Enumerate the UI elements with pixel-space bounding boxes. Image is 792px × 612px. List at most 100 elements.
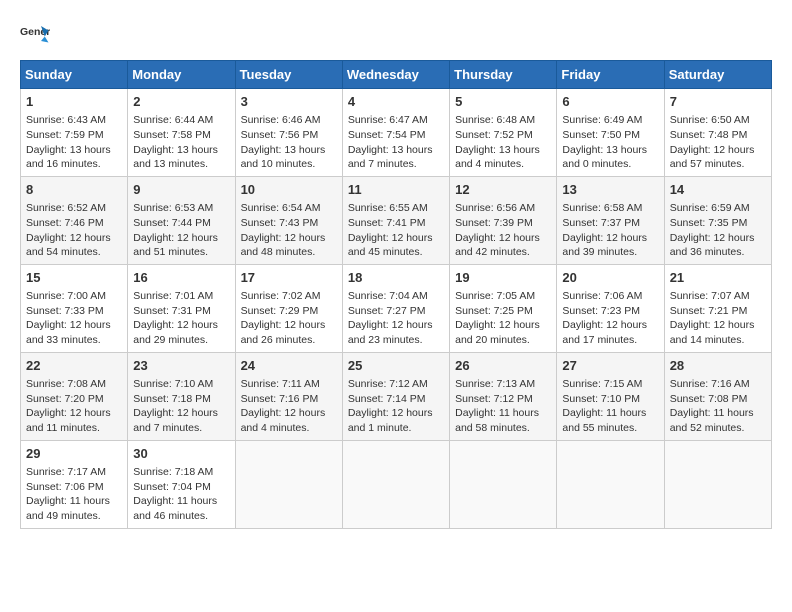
logo-icon: General [20,20,50,50]
calendar-cell: 10Sunrise: 6:54 AMSunset: 7:43 PMDayligh… [235,176,342,264]
day-header-tuesday: Tuesday [235,61,342,89]
day-number: 23 [133,357,229,375]
calendar-cell: 21Sunrise: 7:07 AMSunset: 7:21 PMDayligh… [664,264,771,352]
cell-info-line: Sunset: 7:14 PM [348,392,444,407]
cell-info-line: and 57 minutes. [670,157,766,172]
cell-info-line: Sunset: 7:52 PM [455,128,551,143]
calendar-cell: 2Sunrise: 6:44 AMSunset: 7:58 PMDaylight… [128,89,235,177]
calendar-cell: 14Sunrise: 6:59 AMSunset: 7:35 PMDayligh… [664,176,771,264]
cell-info-line: Sunrise: 6:58 AM [562,201,658,216]
cell-info-line: Sunrise: 7:18 AM [133,465,229,480]
cell-info-line: Sunrise: 6:56 AM [455,201,551,216]
cell-info-line: and 7 minutes. [133,421,229,436]
calendar-week-3: 15Sunrise: 7:00 AMSunset: 7:33 PMDayligh… [21,264,772,352]
day-number: 18 [348,269,444,287]
cell-info-line: Daylight: 12 hours [670,143,766,158]
day-number: 15 [26,269,122,287]
cell-info-line: Daylight: 13 hours [241,143,337,158]
cell-info-line: and 29 minutes. [133,333,229,348]
cell-info-line: Daylight: 12 hours [348,231,444,246]
calendar-cell [557,440,664,528]
cell-info-line: Sunset: 7:46 PM [26,216,122,231]
cell-info-line: Daylight: 12 hours [562,318,658,333]
day-number: 27 [562,357,658,375]
cell-info-line: and 0 minutes. [562,157,658,172]
cell-info-line: Daylight: 12 hours [670,231,766,246]
day-number: 24 [241,357,337,375]
cell-info-line: and 55 minutes. [562,421,658,436]
cell-info-line: Sunrise: 6:46 AM [241,113,337,128]
day-number: 8 [26,181,122,199]
cell-info-line: Sunset: 7:08 PM [670,392,766,407]
calendar-cell [664,440,771,528]
calendar-cell: 30Sunrise: 7:18 AMSunset: 7:04 PMDayligh… [128,440,235,528]
cell-info-line: Daylight: 12 hours [241,318,337,333]
cell-info-line: Sunrise: 7:02 AM [241,289,337,304]
cell-info-line: Sunrise: 7:13 AM [455,377,551,392]
calendar-cell: 11 Sunrise: 6:55 AMSunset: 7:41 PMDayligh… [342,176,449,264]
cell-info-line: Daylight: 12 hours [133,406,229,421]
calendar-cell: 1Sunrise: 6:43 AMSunset: 7:59 PMDaylight… [21,89,128,177]
day-header-thursday: Thursday [450,61,557,89]
cell-info-line: Daylight: 12 hours [455,231,551,246]
calendar-week-2: 8Sunrise: 6:52 AMSunset: 7:46 PMDaylight… [21,176,772,264]
cell-info-line: Sunset: 7:06 PM [26,480,122,495]
cell-info-line: and 4 minutes. [241,421,337,436]
day-header-wednesday: Wednesday [342,61,449,89]
cell-info-line: Sunset: 7:43 PM [241,216,337,231]
calendar-week-4: 22Sunrise: 7:08 AMSunset: 7:20 PMDayligh… [21,352,772,440]
day-number: 11 [348,181,444,199]
cell-info-line: and 36 minutes. [670,245,766,260]
cell-info-line: Daylight: 13 hours [26,143,122,158]
calendar-cell [235,440,342,528]
cell-info-line: Sunset: 7:16 PM [241,392,337,407]
calendar-cell: 13Sunrise: 6:58 AMSunset: 7:37 PMDayligh… [557,176,664,264]
cell-info-line: Daylight: 13 hours [133,143,229,158]
calendar-cell: 9Sunrise: 6:53 AMSunset: 7:44 PMDaylight… [128,176,235,264]
day-number: 30 [133,445,229,463]
calendar-cell: 23Sunrise: 7:10 AMSunset: 7:18 PMDayligh… [128,352,235,440]
calendar-cell: 17 Sunrise: 7:02 AMSunset: 7:29 PMDayligh… [235,264,342,352]
cell-info-line: Daylight: 12 hours [241,231,337,246]
calendar-cell: 8Sunrise: 6:52 AMSunset: 7:46 PMDaylight… [21,176,128,264]
cell-info-line: and 11 minutes. [26,421,122,436]
cell-info-line: and 46 minutes. [133,509,229,524]
cell-info-line: Sunset: 7:58 PM [133,128,229,143]
day-number: 5 [455,93,551,111]
cell-info-line: and 42 minutes. [455,245,551,260]
cell-info-line: Sunset: 7:29 PM [241,304,337,319]
cell-info-line: Daylight: 12 hours [348,318,444,333]
calendar-table: SundayMondayTuesdayWednesdayThursdayFrid… [20,60,772,529]
cell-info-line: Sunrise: 6:49 AM [562,113,658,128]
calendar-cell: 25Sunrise: 7:12 AMSunset: 7:14 PMDayligh… [342,352,449,440]
day-header-monday: Monday [128,61,235,89]
cell-info-line: and 20 minutes. [455,333,551,348]
cell-info-line: Sunrise: 7:17 AM [26,465,122,480]
cell-info-line: and 48 minutes. [241,245,337,260]
cell-info-line: Sunset: 7:27 PM [348,304,444,319]
day-number: 17 [241,269,337,287]
cell-info-line: and 10 minutes. [241,157,337,172]
calendar-cell: 5Sunrise: 6:48 AMSunset: 7:52 PMDaylight… [450,89,557,177]
calendar-cell [342,440,449,528]
cell-info-line: and 54 minutes. [26,245,122,260]
cell-info-line: and 51 minutes. [133,245,229,260]
cell-info-line: Daylight: 13 hours [348,143,444,158]
cell-info-line: and 52 minutes. [670,421,766,436]
cell-info-line: Sunrise: 7:04 AM [348,289,444,304]
cell-info-line: Sunrise: 6:55 AM [348,201,444,216]
cell-info-line: Sunset: 7:10 PM [562,392,658,407]
cell-info-line: Sunset: 7:56 PM [241,128,337,143]
cell-info-line: Sunrise: 7:12 AM [348,377,444,392]
cell-info-line: Daylight: 12 hours [26,318,122,333]
cell-info-line: Sunrise: 7:10 AM [133,377,229,392]
cell-info-line: Sunset: 7:59 PM [26,128,122,143]
calendar-cell: 4Sunrise: 6:47 AMSunset: 7:54 PMDaylight… [342,89,449,177]
cell-info-line: Sunset: 7:33 PM [26,304,122,319]
page-header: General [20,20,772,50]
day-number: 26 [455,357,551,375]
cell-info-line: and 39 minutes. [562,245,658,260]
calendar-cell: 29Sunrise: 7:17 AMSunset: 7:06 PMDayligh… [21,440,128,528]
cell-info-line: Sunset: 7:41 PM [348,216,444,231]
logo: General [20,20,54,50]
